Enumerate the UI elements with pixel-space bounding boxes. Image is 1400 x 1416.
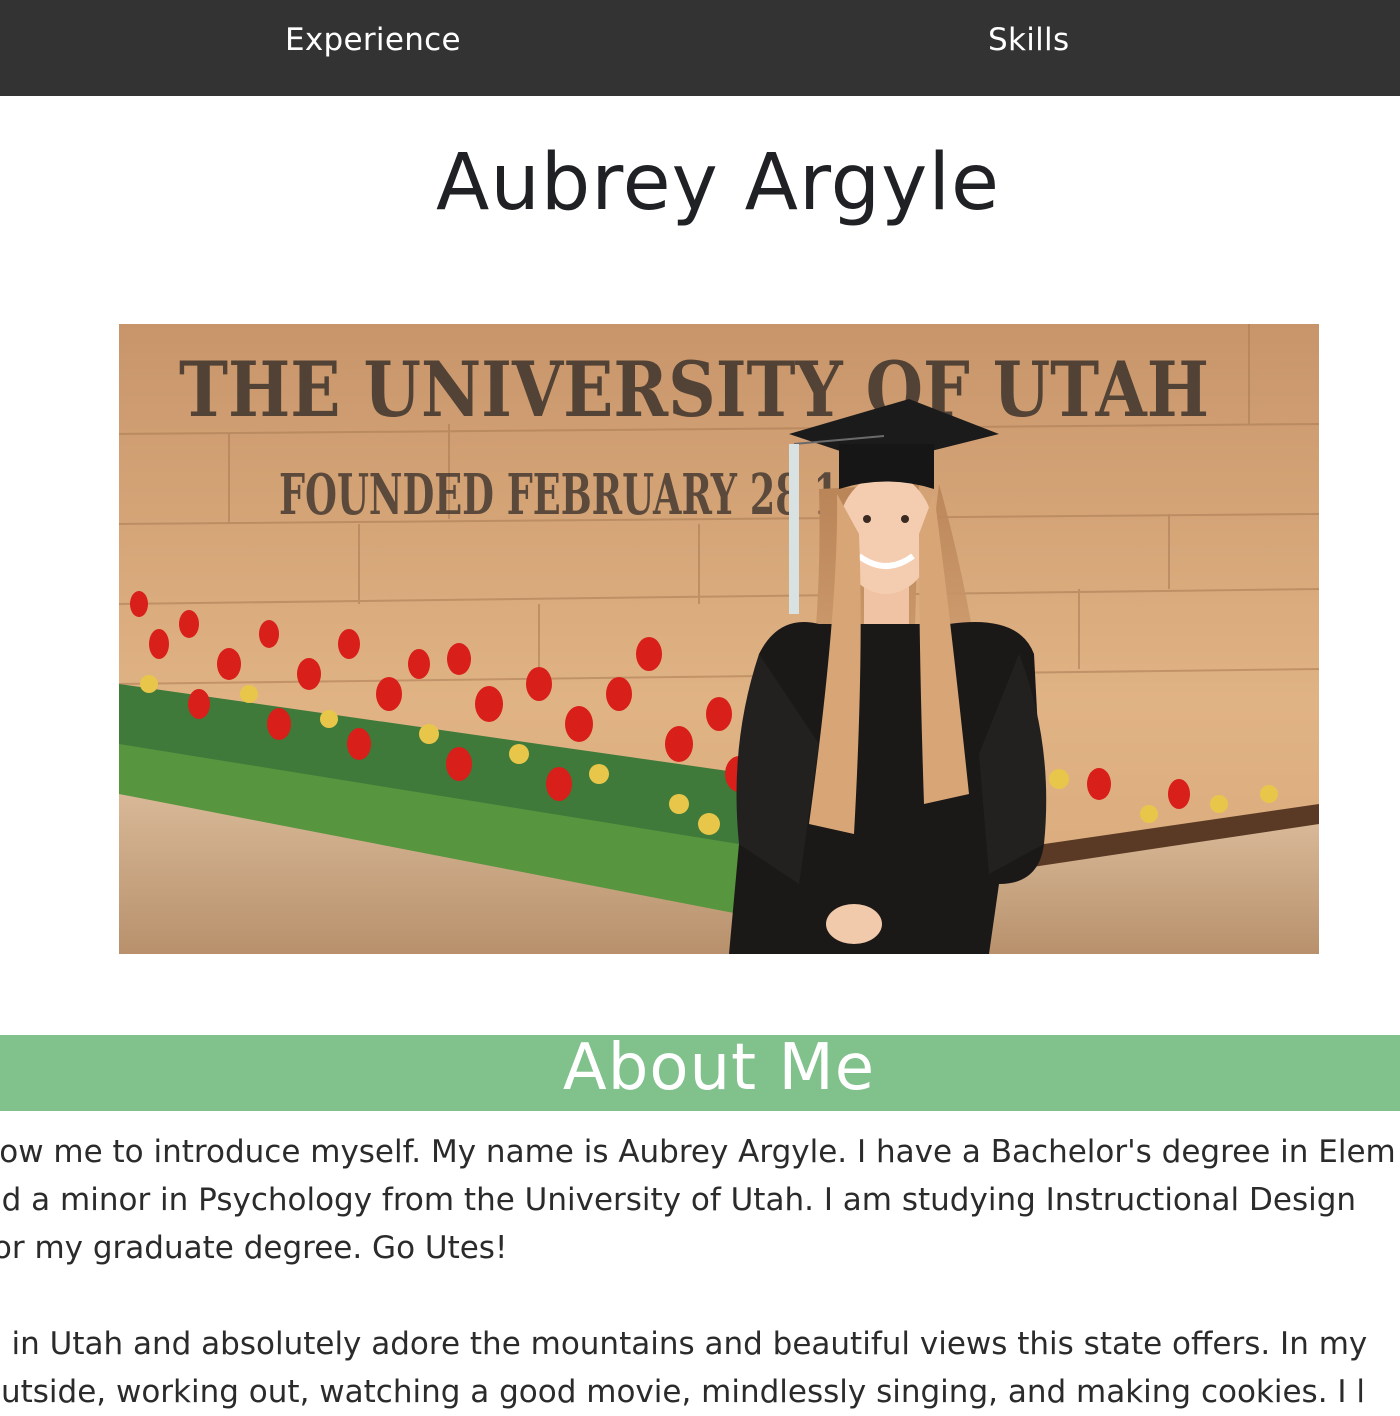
hero-photo: THE UNIVERSITY OF UTAH FOUNDED FEBRUARY … [119,324,1319,954]
sign-lettering-line2: FOUNDED FEBRUARY 28 1 [279,462,839,528]
page-title: Aubrey Argyle [436,138,1000,228]
nav-skills-link[interactable]: Skills [988,22,1069,58]
about-line: llow me to introduce myself. My name is … [0,1134,1396,1170]
sign-lettering-line1: THE UNIVERSITY OF UTAH [179,345,1209,434]
graduation-photo-illustration: THE UNIVERSITY OF UTAH FOUNDED FEBRUARY … [119,324,1319,954]
about-line: p in Utah and absolutely adore the mount… [0,1326,1368,1362]
top-navbar: Experience Skills [0,0,1400,96]
nav-experience-link[interactable]: Experience [285,22,461,58]
about-line: outside, working out, watching a good mo… [0,1374,1366,1410]
about-line: for my graduate degree. Go Utes! [0,1230,508,1266]
about-paragraph-1: llow me to introduce myself. My name is … [0,1128,1400,1272]
about-section-banner: About Me [0,1031,1400,1111]
about-line: nd a minor in Psychology from the Univer… [0,1182,1357,1218]
about-title: About Me [562,1031,876,1105]
